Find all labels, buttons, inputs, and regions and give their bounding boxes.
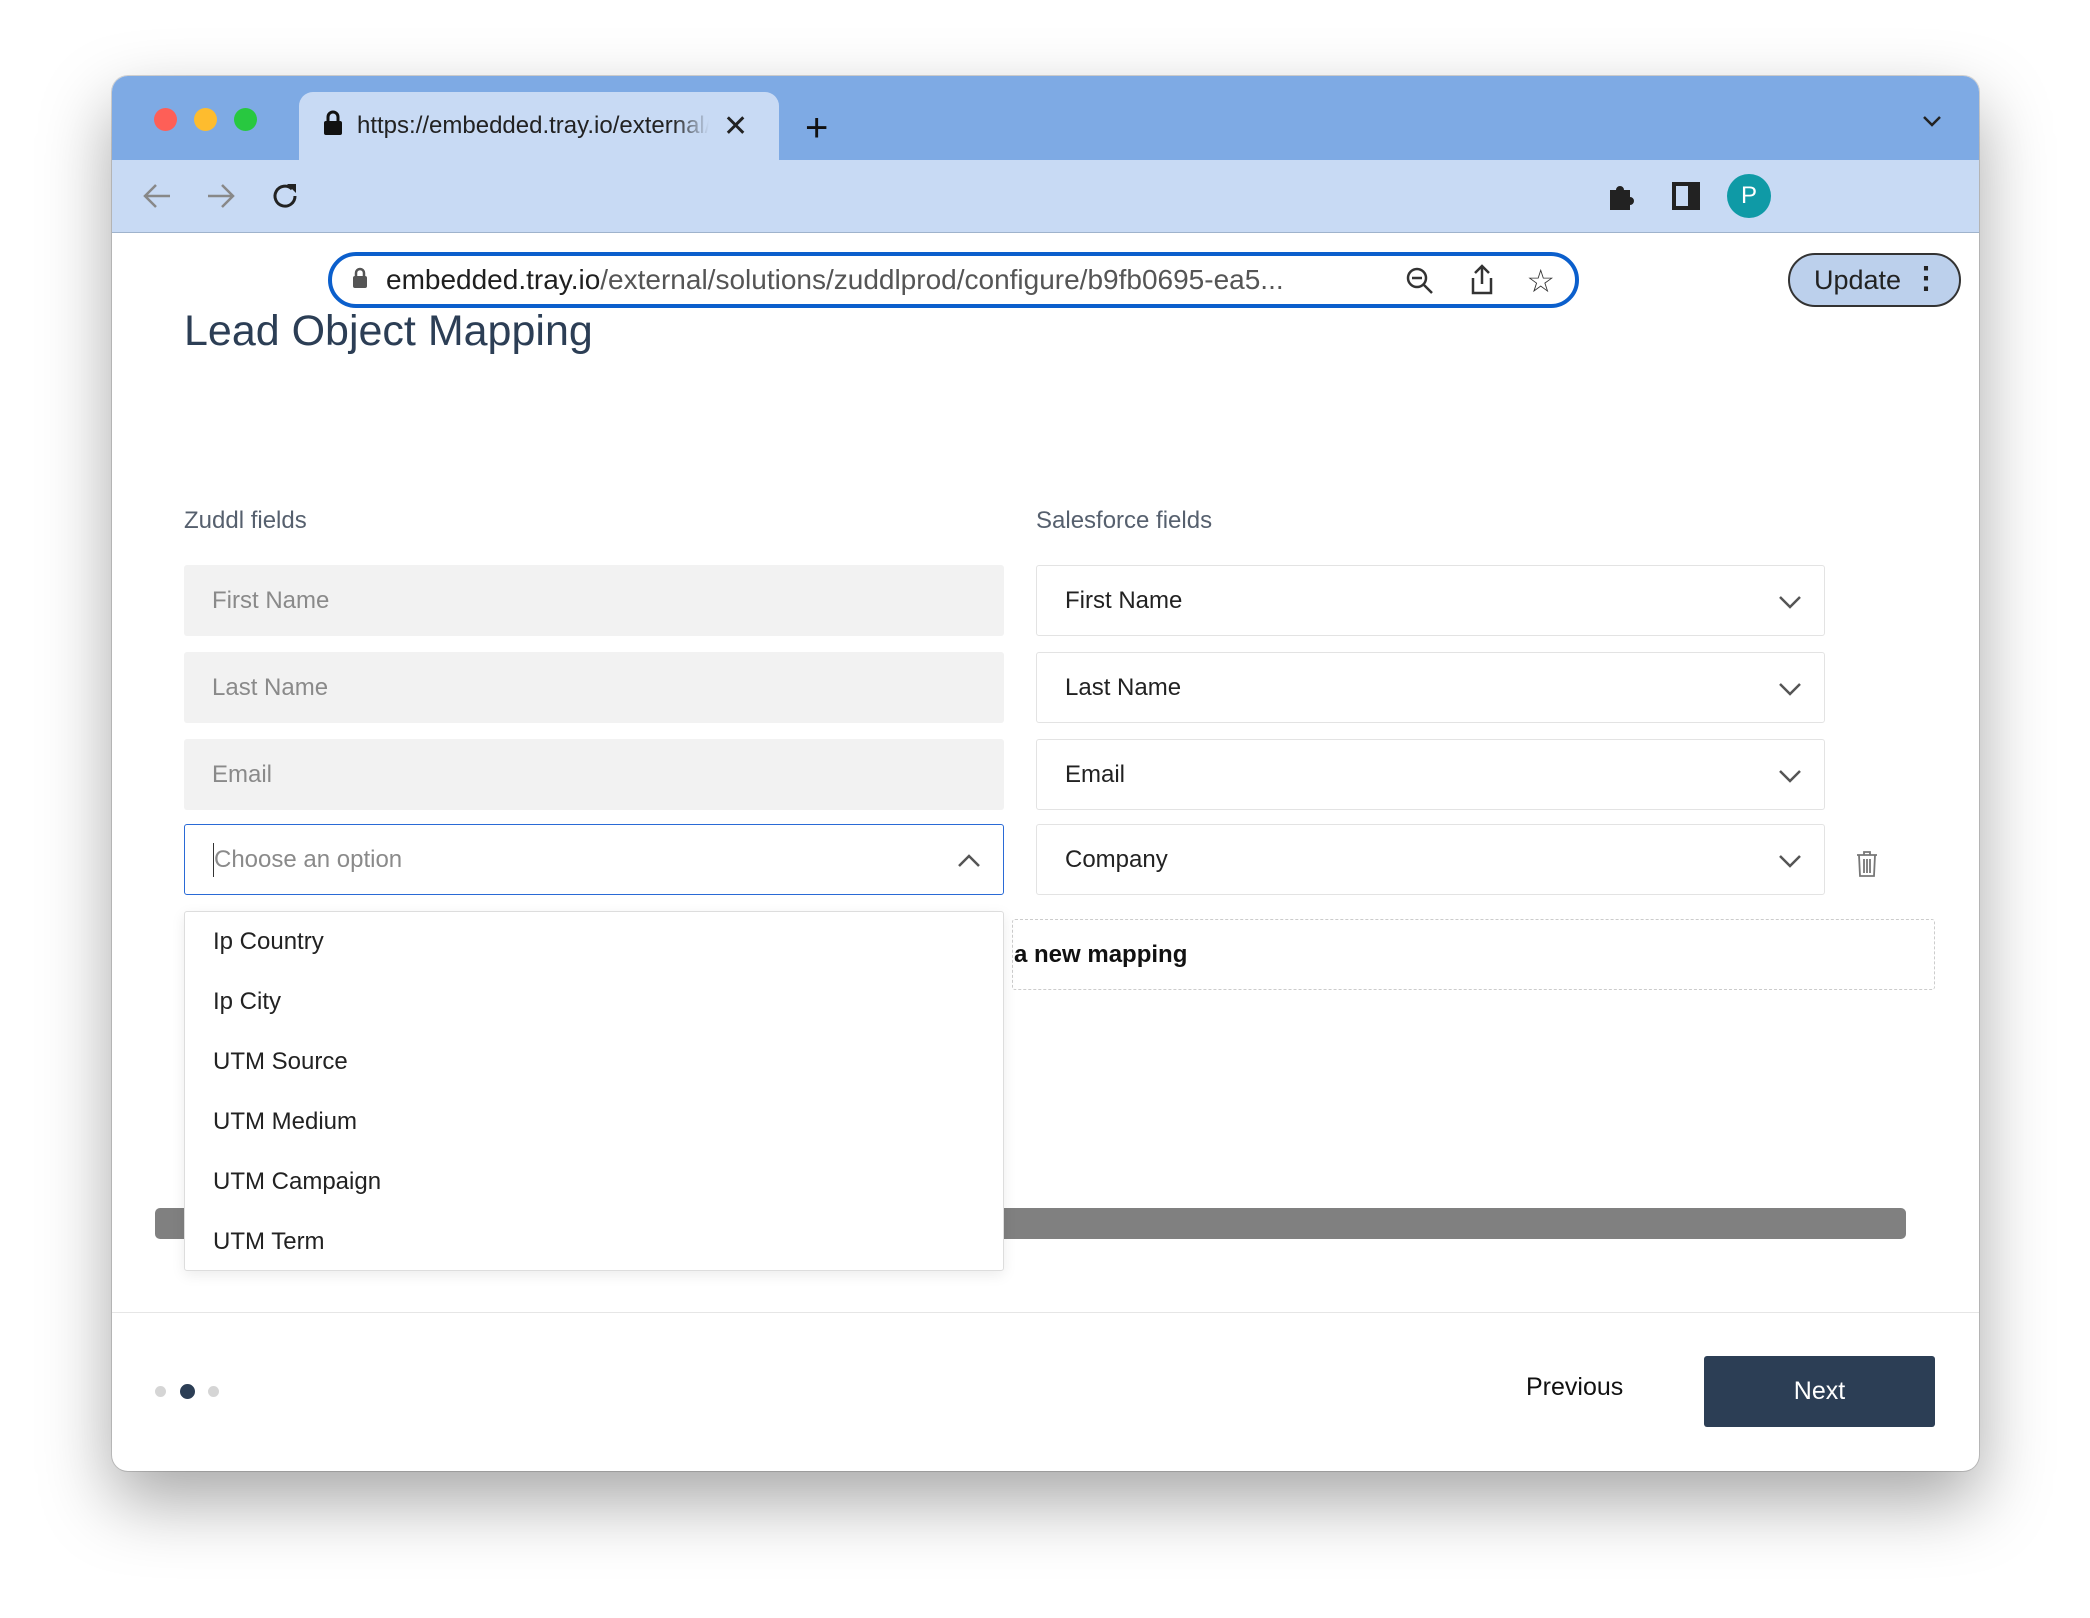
next-button[interactable]: Next: [1704, 1356, 1935, 1427]
profile-avatar[interactable]: P: [1727, 174, 1771, 218]
forward-icon[interactable]: [206, 182, 236, 210]
salesforce-field-select[interactable]: Company: [1036, 824, 1825, 895]
tab-strip: https://embedded.tray.io/external/soluti…: [112, 76, 1979, 160]
dropdown-option[interactable]: Ip Country: [185, 912, 1003, 972]
page-content: Lead Object Mapping Zuddl fields Salesfo…: [112, 233, 1979, 1471]
dropdown-option[interactable]: UTM Source: [185, 1032, 1003, 1092]
browser-tab[interactable]: https://embedded.tray.io/external/soluti…: [299, 92, 779, 160]
chevron-down-icon: [1779, 770, 1801, 783]
selected-value: Company: [1065, 845, 1168, 873]
add-mapping-button[interactable]: a new mapping: [1012, 919, 1935, 990]
minimize-window-button[interactable]: [194, 108, 217, 131]
chevron-down-icon: [1779, 683, 1801, 696]
step-dot-active: [180, 1384, 195, 1399]
zuddl-fields-header: Zuddl fields: [184, 507, 307, 534]
chevron-up-icon: [958, 854, 980, 867]
previous-button[interactable]: Previous: [1526, 1373, 1623, 1402]
new-tab-icon[interactable]: +: [805, 106, 828, 151]
options-dropdown: Ip Country Ip City UTM Source UTM Medium…: [184, 911, 1004, 1271]
selected-value: Email: [1065, 760, 1126, 788]
dropdown-option[interactable]: UTM Term: [185, 1212, 1003, 1272]
tab-title: https://embedded.tray.io/external/soluti…: [357, 112, 709, 139]
salesforce-field-select[interactable]: Email: [1036, 739, 1825, 810]
chevron-down-icon: [1779, 855, 1801, 868]
close-tab-icon[interactable]: ✕: [723, 109, 748, 144]
tab-search-chevron-icon[interactable]: [1922, 114, 1942, 128]
zuddl-field: Last Name: [184, 652, 1004, 723]
salesforce-field-select[interactable]: First Name: [1036, 565, 1825, 636]
zuddl-field-select[interactable]: Choose an option: [184, 824, 1004, 895]
selected-value: Last Name: [1065, 673, 1182, 701]
step-dot: [155, 1386, 166, 1397]
choose-option-placeholder: Choose an option: [213, 842, 402, 877]
chevron-down-icon: [1779, 596, 1801, 609]
dropdown-option[interactable]: UTM Campaign: [185, 1152, 1003, 1212]
salesforce-fields-header: Salesforce fields: [1036, 507, 1213, 534]
footer-divider: [112, 1312, 1979, 1313]
extensions-icon[interactable]: [1606, 182, 1636, 217]
browser-window: https://embedded.tray.io/external/soluti…: [112, 76, 1979, 1471]
add-mapping-label: a new mapping: [1014, 940, 1188, 968]
browser-toolbar: embedded.tray.io/external/solutions/zudd…: [112, 160, 1979, 308]
lock-icon: [323, 110, 343, 143]
zuddl-field: Email: [184, 739, 1004, 810]
delete-mapping-icon[interactable]: [1856, 850, 1878, 883]
zoom-window-button[interactable]: [234, 108, 257, 131]
dropdown-option[interactable]: UTM Medium: [185, 1092, 1003, 1152]
side-panel-icon[interactable]: [1672, 182, 1700, 210]
zuddl-field: First Name: [184, 565, 1004, 636]
reload-icon[interactable]: [270, 181, 300, 211]
salesforce-field-select[interactable]: Last Name: [1036, 652, 1825, 723]
selected-value: First Name: [1065, 586, 1183, 614]
dropdown-option[interactable]: Ip City: [185, 972, 1003, 1032]
step-dot: [208, 1386, 219, 1397]
back-icon[interactable]: [142, 182, 172, 210]
close-window-button[interactable]: [154, 108, 177, 131]
page-title: Lead Object Mapping: [184, 307, 593, 355]
